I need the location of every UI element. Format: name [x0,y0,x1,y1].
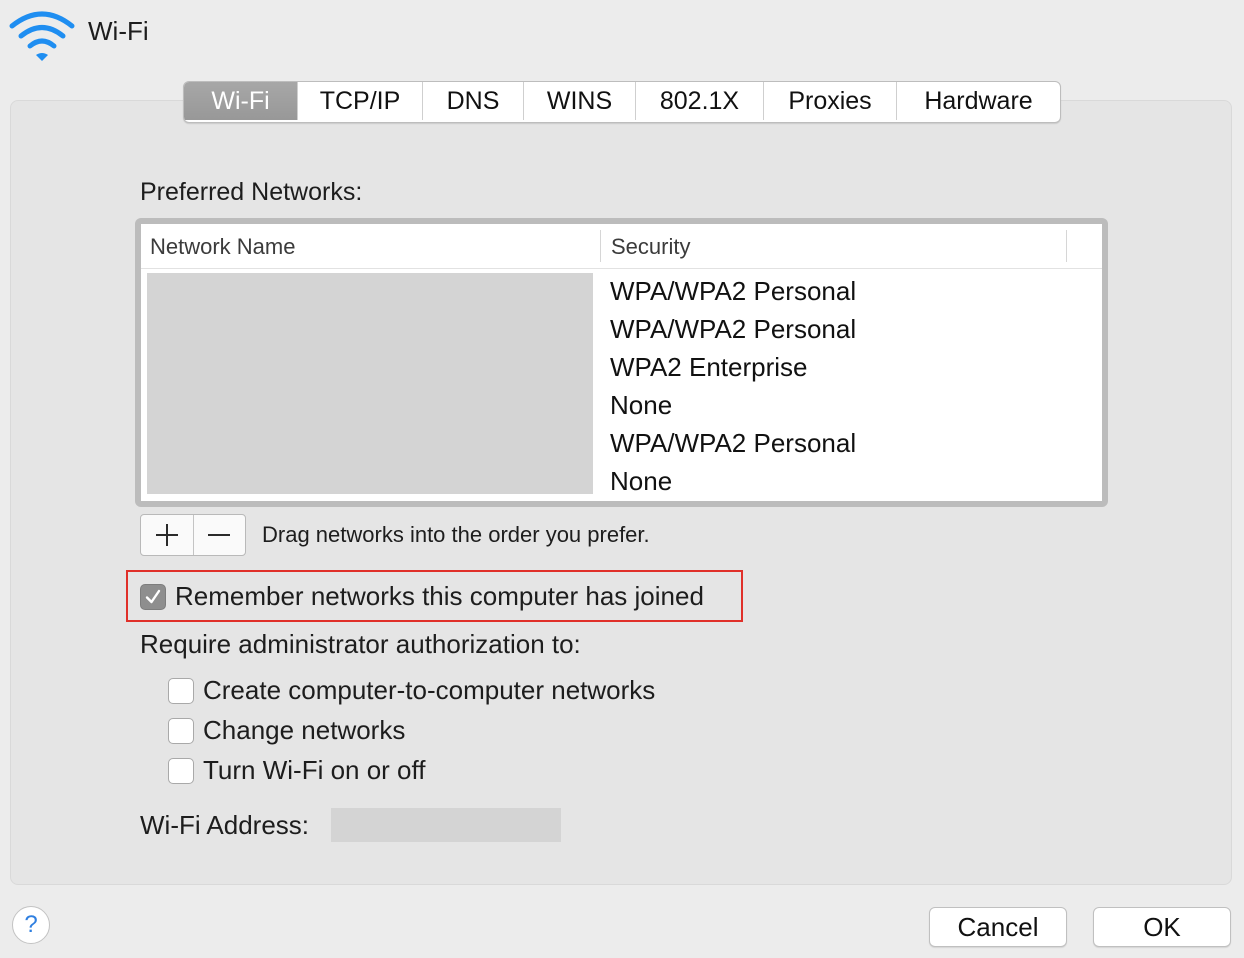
add-remove-buttons [140,514,246,556]
window-title: Wi-Fi [88,15,149,46]
ok-button[interactable]: OK [1093,907,1231,947]
remove-network-button[interactable] [192,515,246,555]
preferred-networks-label: Preferred Networks: [140,178,363,206]
table-header: Network Name Security [141,224,1102,269]
plus-icon [155,524,178,546]
tab-tcpip[interactable]: TCP/IP [297,82,422,120]
tab-bar: Wi-Fi TCP/IP DNS WINS 802.1X Proxies Har… [183,81,1061,123]
cancel-button[interactable]: Cancel [929,907,1067,947]
create-networks-label: Create computer-to-computer networks [203,675,656,705]
security-cell[interactable]: WPA2 Enterprise [610,348,856,386]
tab-8021x[interactable]: 802.1X [635,82,763,120]
remember-networks-checkbox[interactable] [140,583,166,610]
drag-hint-text: Drag networks into the order you prefer. [262,522,650,547]
change-networks-label: Change networks [203,715,406,745]
column-header-network-name[interactable]: Network Name [150,234,295,260]
tab-hardware[interactable]: Hardware [896,82,1060,120]
require-change-networks-option[interactable]: Change networks [168,715,405,746]
security-column: WPA/WPA2 Personal WPA/WPA2 Personal WPA2… [610,272,856,500]
change-networks-checkbox[interactable] [168,717,194,744]
preferred-networks-table[interactable]: Network Name Security WPA/WPA2 Personal … [135,218,1108,507]
tab-wifi[interactable]: Wi-Fi [184,82,297,120]
tab-wins[interactable]: WINS [523,82,635,120]
wifi-address-label: Wi-Fi Address: [140,810,310,840]
security-cell[interactable]: WPA/WPA2 Personal [610,310,856,348]
checkmark-icon [145,589,161,603]
tab-proxies[interactable]: Proxies [763,82,896,120]
network-names-redacted [147,273,593,494]
require-toggle-wifi-option[interactable]: Turn Wi-Fi on or off [168,755,426,786]
column-divider [600,230,601,262]
column-header-security[interactable]: Security [611,234,690,260]
wifi-address-redacted [331,808,561,842]
remember-networks-label: Remember networks this computer has join… [175,581,704,611]
security-cell[interactable]: None [610,462,856,500]
require-create-networks-option[interactable]: Create computer-to-computer networks [168,675,655,706]
minus-icon [208,534,231,536]
tab-dns[interactable]: DNS [422,82,523,120]
window-header: Wi-Fi [8,10,149,66]
help-button[interactable]: ? [12,906,50,944]
toggle-wifi-checkbox[interactable] [168,757,194,784]
toggle-wifi-label: Turn Wi-Fi on or off [203,755,426,785]
require-admin-label: Require administrator authorization to: [140,629,581,659]
security-cell[interactable]: None [610,386,856,424]
table-body: Network Name Security WPA/WPA2 Personal … [141,224,1102,501]
wifi-icon [9,11,75,61]
column-divider [1066,230,1067,262]
security-cell[interactable]: WPA/WPA2 Personal [610,272,856,310]
remember-networks-option[interactable]: Remember networks this computer has join… [140,581,704,612]
security-cell[interactable]: WPA/WPA2 Personal [610,424,856,462]
create-networks-checkbox[interactable] [168,677,194,704]
add-network-button[interactable] [141,515,193,555]
